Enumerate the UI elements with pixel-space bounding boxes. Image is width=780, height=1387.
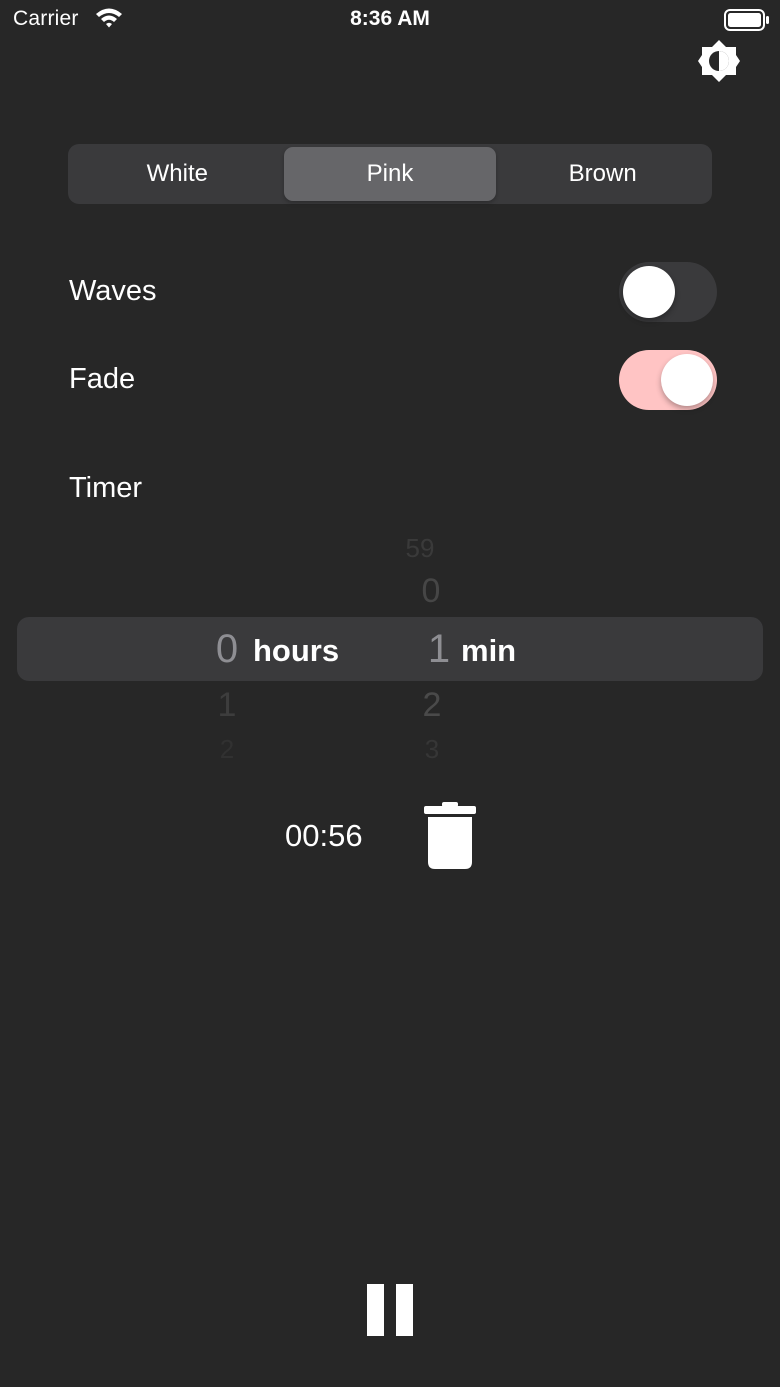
brightness-icon[interactable] bbox=[697, 39, 741, 83]
hours-option[interactable]: 1 bbox=[197, 686, 257, 725]
waves-toggle-knob bbox=[623, 266, 675, 318]
minutes-option[interactable]: 2 bbox=[402, 686, 462, 725]
minutes-unit-label: min bbox=[461, 633, 517, 668]
minutes-option[interactable]: 3 bbox=[402, 734, 462, 765]
status-bar: Carrier 8:36 AM bbox=[0, 0, 780, 40]
minutes-option[interactable]: 0 bbox=[401, 572, 461, 611]
fade-toggle[interactable] bbox=[619, 350, 717, 410]
hours-option[interactable]: 2 bbox=[197, 734, 257, 765]
battery-full-icon bbox=[724, 9, 770, 31]
waves-label: Waves bbox=[69, 275, 157, 307]
hours-unit-label: hours bbox=[253, 633, 340, 668]
hours-selected-value[interactable]: 0 bbox=[197, 627, 257, 672]
waves-toggle[interactable] bbox=[619, 262, 717, 322]
timer-picker[interactable]: 0 hours 1 2 59 0 1 min 2 3 bbox=[0, 525, 780, 775]
remaining-time: 00:56 bbox=[285, 818, 363, 853]
segment-brown[interactable]: Brown bbox=[496, 147, 709, 201]
noise-type-selector: White Pink Brown bbox=[68, 144, 712, 204]
trash-icon[interactable] bbox=[422, 802, 478, 870]
minutes-option[interactable]: 59 bbox=[390, 533, 450, 564]
minutes-selected-value[interactable]: 1 bbox=[409, 627, 469, 672]
pause-button[interactable] bbox=[360, 1280, 420, 1342]
status-time: 8:36 AM bbox=[350, 7, 430, 30]
fade-toggle-knob bbox=[661, 354, 713, 406]
timer-label: Timer bbox=[69, 472, 143, 504]
segment-white[interactable]: White bbox=[71, 147, 284, 201]
segment-pink[interactable]: Pink bbox=[283, 147, 497, 201]
picker-selection-band bbox=[17, 617, 763, 681]
fade-label: Fade bbox=[69, 363, 136, 395]
